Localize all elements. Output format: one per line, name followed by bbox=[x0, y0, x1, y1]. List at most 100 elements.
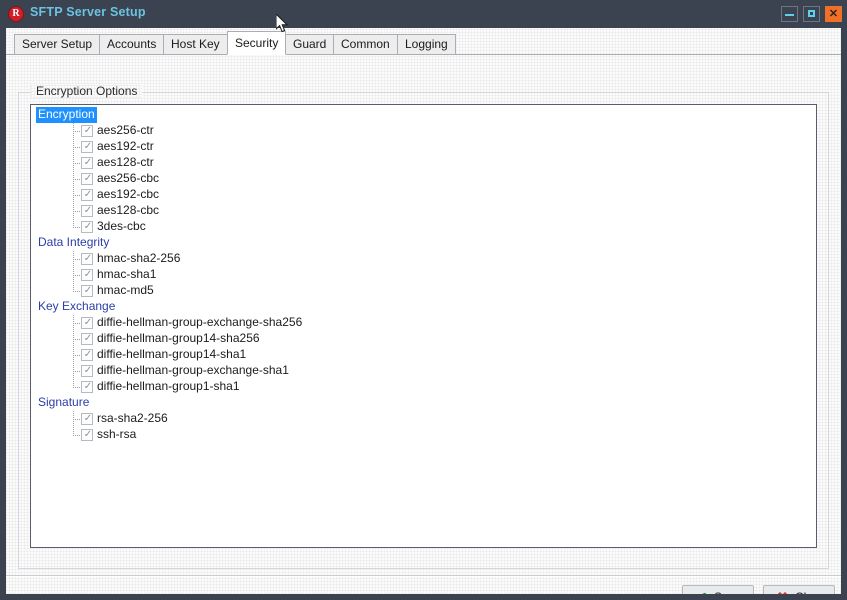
tree-group-label: Key Exchange bbox=[38, 299, 116, 313]
tree-item[interactable]: ✓ hmac-sha1 bbox=[31, 267, 816, 283]
tree-item[interactable]: ✓ ssh-rsa bbox=[31, 427, 816, 443]
checkmark-icon: ✓ bbox=[83, 205, 93, 216]
tree-connector-vertical bbox=[73, 427, 74, 435]
tab-common[interactable]: Common bbox=[333, 34, 398, 54]
client-area: Server Setup Accounts Host Key Security … bbox=[6, 28, 841, 594]
tree-item[interactable]: ✓ diffie-hellman-group1-sha1 bbox=[31, 379, 816, 395]
tab-host-key[interactable]: Host Key bbox=[163, 34, 228, 54]
tree-item-label: diffie-hellman-group-exchange-sha1 bbox=[97, 363, 289, 377]
tab-logging[interactable]: Logging bbox=[397, 34, 456, 54]
tree-group-data-integrity[interactable]: Data Integrity bbox=[31, 235, 816, 251]
encryption-options-group: Encryption Options Encryption ✓ aes256-ctr… bbox=[18, 84, 829, 569]
tree-item-label: aes256-cbc bbox=[97, 171, 160, 185]
checkbox-icon[interactable]: ✓ bbox=[81, 285, 93, 297]
tree-item-label: diffie-hellman-group1-sha1 bbox=[97, 379, 240, 393]
tree-item-label: hmac-md5 bbox=[97, 283, 154, 297]
checkbox-icon[interactable]: ✓ bbox=[81, 157, 93, 169]
tree-item[interactable]: ✓ 3des-cbc bbox=[31, 219, 816, 235]
checkbox-icon[interactable]: ✓ bbox=[81, 381, 93, 393]
tab-security[interactable]: Security bbox=[227, 31, 287, 55]
checkbox-icon[interactable]: ✓ bbox=[81, 269, 93, 281]
tree-connector-horizontal bbox=[73, 355, 81, 356]
tree-connector-horizontal bbox=[73, 339, 81, 340]
tree-item[interactable]: ✓ rsa-sha2-256 bbox=[31, 411, 816, 427]
tree-item-label: diffie-hellman-group14-sha256 bbox=[97, 331, 260, 345]
checkbox-icon[interactable]: ✓ bbox=[81, 173, 93, 185]
tree-item-label: ssh-rsa bbox=[97, 427, 137, 441]
tree-item-label: hmac-sha2-256 bbox=[97, 251, 181, 265]
tree-item[interactable]: ✓ aes192-ctr bbox=[31, 139, 816, 155]
tree-connector-vertical bbox=[73, 379, 74, 387]
tree-item[interactable]: ✓ aes256-cbc bbox=[31, 171, 816, 187]
checkbox-icon[interactable]: ✓ bbox=[81, 333, 93, 345]
checkbox-icon[interactable]: ✓ bbox=[81, 413, 93, 425]
tree-item-label: aes192-ctr bbox=[97, 139, 154, 153]
tree-group-key-exchange[interactable]: Key Exchange bbox=[31, 299, 816, 315]
tab-guard[interactable]: Guard bbox=[285, 34, 335, 54]
checkmark-icon: ✓ bbox=[83, 349, 93, 360]
tree-connector-vertical bbox=[73, 283, 74, 291]
close-window-button[interactable]: ✕ bbox=[825, 6, 842, 22]
save-button[interactable]: ✔ Save bbox=[682, 585, 754, 594]
app-r-icon: R bbox=[8, 6, 24, 22]
tree-group-signature[interactable]: Signature bbox=[31, 395, 816, 411]
tree-item[interactable]: ✓ aes128-ctr bbox=[31, 155, 816, 171]
tab-accounts[interactable]: Accounts bbox=[99, 34, 165, 54]
tree-item[interactable]: ✓ diffie-hellman-group-exchange-sha256 bbox=[31, 315, 816, 331]
tree-group-label: Data Integrity bbox=[38, 235, 110, 249]
save-rest: ave bbox=[722, 590, 741, 594]
checkmark-icon: ✓ bbox=[83, 285, 93, 296]
close-button[interactable]: ✖ Close bbox=[763, 585, 835, 594]
checkmark-icon: ✓ bbox=[83, 317, 93, 328]
algorithm-tree-panel[interactable]: Encryption ✓ aes256-ctr ✓ aes192-ctr ✓ aes128-… bbox=[30, 104, 817, 548]
checkmark-icon: ✓ bbox=[83, 253, 93, 264]
checkmark-icon: ✓ bbox=[83, 413, 93, 424]
maximize-button[interactable] bbox=[803, 6, 820, 22]
checkmark-icon: ✓ bbox=[83, 381, 93, 392]
tree-item[interactable]: ✓ aes128-cbc bbox=[31, 203, 816, 219]
minimize-button[interactable] bbox=[781, 6, 798, 22]
close-accel: C bbox=[795, 590, 804, 594]
checkbox-icon[interactable]: ✓ bbox=[81, 429, 93, 441]
checkmark-icon: ✓ bbox=[83, 189, 93, 200]
tree-connector-vertical bbox=[73, 219, 74, 227]
title-bar: R SFTP Server Setup ✕ bbox=[0, 0, 847, 28]
tree-item[interactable]: ✓ aes256-ctr bbox=[31, 123, 816, 139]
checkbox-icon[interactable]: ✓ bbox=[81, 125, 93, 137]
close-rest: lose bbox=[804, 590, 826, 594]
checkbox-icon[interactable]: ✓ bbox=[81, 141, 93, 153]
tree-item-label: aes256-ctr bbox=[97, 123, 154, 137]
algorithm-tree: Encryption ✓ aes256-ctr ✓ aes192-ctr ✓ aes128-… bbox=[31, 107, 816, 443]
tab-server-setup[interactable]: Server Setup bbox=[14, 34, 101, 54]
tab-baseline bbox=[6, 54, 841, 55]
tree-item[interactable]: ✓ hmac-md5 bbox=[31, 283, 816, 299]
tree-connector-horizontal bbox=[73, 275, 81, 276]
checkmark-icon: ✓ bbox=[83, 269, 93, 280]
checkbox-icon[interactable]: ✓ bbox=[81, 317, 93, 329]
checkbox-icon[interactable]: ✓ bbox=[81, 189, 93, 201]
checkmark-icon: ✓ bbox=[83, 157, 93, 168]
tree-item-label: aes192-cbc bbox=[97, 187, 160, 201]
tree-connector-horizontal bbox=[73, 163, 81, 164]
checkbox-icon[interactable]: ✓ bbox=[81, 221, 93, 233]
save-button-label: Save bbox=[714, 586, 741, 594]
tree-connector-horizontal bbox=[73, 131, 81, 132]
tree-item[interactable]: ✓ diffie-hellman-group14-sha1 bbox=[31, 347, 816, 363]
checkmark-icon: ✓ bbox=[83, 221, 93, 232]
tree-connector-horizontal bbox=[73, 211, 81, 212]
tree-item[interactable]: ✓ diffie-hellman-group-exchange-sha1 bbox=[31, 363, 816, 379]
checkbox-icon[interactable]: ✓ bbox=[81, 349, 93, 361]
tree-connector-horizontal bbox=[73, 259, 81, 260]
window-title: SFTP Server Setup bbox=[30, 5, 146, 19]
checkbox-icon[interactable]: ✓ bbox=[81, 365, 93, 377]
tree-group-encryption[interactable]: Encryption bbox=[31, 107, 816, 123]
green-check-icon: ✔ bbox=[693, 588, 710, 594]
maximize-icon bbox=[808, 10, 815, 17]
tree-connector-horizontal bbox=[73, 419, 81, 420]
tree-item[interactable]: ✓ hmac-sha2-256 bbox=[31, 251, 816, 267]
checkbox-icon[interactable]: ✓ bbox=[81, 253, 93, 265]
tree-item[interactable]: ✓ aes192-cbc bbox=[31, 187, 816, 203]
tree-connector-horizontal bbox=[73, 195, 81, 196]
tree-item[interactable]: ✓ diffie-hellman-group14-sha256 bbox=[31, 331, 816, 347]
checkbox-icon[interactable]: ✓ bbox=[81, 205, 93, 217]
